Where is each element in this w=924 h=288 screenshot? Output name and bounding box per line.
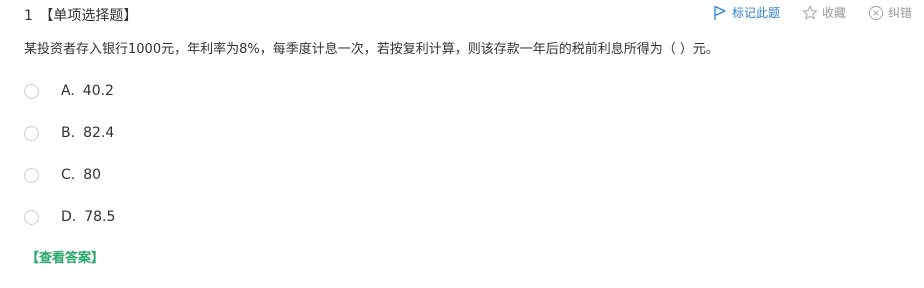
question-number: 1 bbox=[24, 8, 33, 24]
answer-options: A. 40.2 B. 82.4 C. 80 D. 78.5 bbox=[24, 80, 115, 248]
option-b-radio[interactable] bbox=[24, 125, 39, 141]
option-a-text: 40.2 bbox=[82, 83, 114, 99]
question-actions: 标记此题 收藏 纠错 bbox=[712, 4, 912, 22]
option-a[interactable]: A. 40.2 bbox=[24, 80, 115, 102]
option-b[interactable]: B. 82.4 bbox=[24, 122, 115, 144]
option-b-text: 82.4 bbox=[83, 125, 115, 141]
star-icon bbox=[802, 5, 818, 21]
option-d[interactable]: D. 78.5 bbox=[24, 206, 115, 228]
question-stem: 某投资者存入银行1000元，年利率为8%，每季度计息一次，若按复利计算，则该存款… bbox=[24, 42, 719, 57]
question-header: 1 【单项选择题】 bbox=[24, 6, 137, 26]
favorite-button[interactable]: 收藏 bbox=[802, 4, 846, 22]
option-d-letter: D. bbox=[61, 209, 77, 225]
question-type-label: 【单项选择题】 bbox=[39, 8, 138, 24]
mark-question-button[interactable]: 标记此题 bbox=[712, 4, 780, 22]
option-b-letter: B. bbox=[61, 125, 76, 141]
report-error-label: 纠错 bbox=[887, 6, 912, 20]
option-c-letter: C. bbox=[61, 167, 76, 183]
report-error-button[interactable]: 纠错 bbox=[868, 4, 912, 22]
favorite-label: 收藏 bbox=[821, 6, 846, 20]
mark-question-label: 标记此题 bbox=[731, 6, 780, 20]
option-c-radio[interactable] bbox=[24, 167, 39, 183]
circle-x-icon bbox=[868, 5, 884, 21]
option-c-text: 80 bbox=[83, 167, 102, 183]
flag-icon bbox=[712, 5, 728, 21]
option-c[interactable]: C. 80 bbox=[24, 164, 115, 186]
option-a-letter: A. bbox=[61, 83, 75, 99]
option-a-radio[interactable] bbox=[24, 83, 39, 99]
option-d-text: 78.5 bbox=[84, 209, 116, 225]
option-d-radio[interactable] bbox=[24, 209, 39, 225]
view-answer-link[interactable]: 【查看答案】 bbox=[26, 249, 104, 269]
